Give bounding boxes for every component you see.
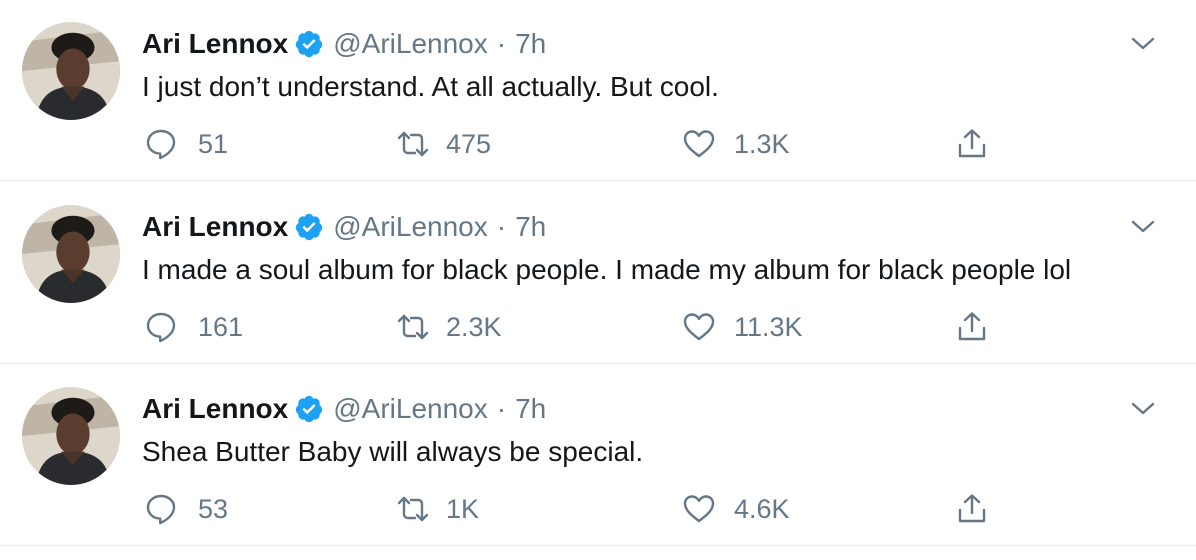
reply-count: 53 bbox=[198, 493, 229, 524]
display-name[interactable]: Ari Lennox bbox=[142, 211, 288, 243]
retweet-icon bbox=[396, 127, 430, 161]
separator-dot: · bbox=[496, 28, 507, 59]
separator-dot: · bbox=[496, 393, 507, 424]
retweet-count: 1K bbox=[446, 493, 480, 524]
like-button[interactable]: 11.3K bbox=[682, 307, 803, 347]
share-upload-icon bbox=[955, 310, 989, 344]
tweet-actions: 53 1K 4.6K bbox=[142, 489, 1042, 529]
reply-button[interactable]: 51 bbox=[144, 124, 228, 164]
chevron-down-icon[interactable] bbox=[1130, 33, 1156, 55]
tweet-timeline: Ari Lennox @AriLennox · 7h I just don’t … bbox=[0, 0, 1196, 560]
heart-icon bbox=[682, 310, 716, 344]
like-count: 1.3K bbox=[734, 128, 790, 159]
reply-bubble-icon bbox=[144, 310, 178, 344]
user-handle[interactable]: @AriLennox bbox=[333, 211, 488, 243]
tweet-header: Ari Lennox @AriLennox · 7h bbox=[142, 210, 546, 244]
user-handle[interactable]: @AriLennox bbox=[333, 28, 488, 60]
display-name[interactable]: Ari Lennox bbox=[142, 28, 288, 60]
share-button[interactable] bbox=[955, 124, 989, 164]
verified-badge-icon bbox=[294, 394, 324, 424]
chevron-down-icon[interactable] bbox=[1130, 216, 1156, 238]
like-button[interactable]: 1.3K bbox=[682, 124, 790, 164]
display-name[interactable]: Ari Lennox bbox=[142, 393, 288, 425]
timestamp[interactable]: 7h bbox=[515, 393, 546, 425]
reply-button[interactable]: 53 bbox=[144, 489, 228, 529]
separator-dot: · bbox=[496, 211, 507, 242]
tweet[interactable]: Ari Lennox @AriLennox · 7h I made a soul… bbox=[0, 183, 1196, 364]
like-count: 4.6K bbox=[734, 493, 790, 524]
tweet-text: Shea Butter Baby will always be special. bbox=[142, 436, 644, 467]
verified-badge-icon bbox=[294, 212, 324, 242]
like-button[interactable]: 4.6K bbox=[682, 489, 790, 529]
avatar[interactable] bbox=[22, 205, 120, 303]
reply-count: 51 bbox=[198, 128, 229, 159]
retweet-button[interactable]: 2.3K bbox=[396, 307, 502, 347]
timestamp[interactable]: 7h bbox=[515, 28, 546, 60]
reply-button[interactable]: 161 bbox=[144, 307, 243, 347]
tweet-header: Ari Lennox @AriLennox · 7h bbox=[142, 392, 546, 426]
retweet-icon bbox=[396, 310, 430, 344]
retweet-icon bbox=[396, 492, 430, 526]
tweet[interactable]: Ari Lennox @AriLennox · 7h I just don’t … bbox=[0, 0, 1196, 181]
share-upload-icon bbox=[955, 127, 989, 161]
heart-icon bbox=[682, 127, 716, 161]
user-handle[interactable]: @AriLennox bbox=[333, 393, 488, 425]
retweet-button[interactable]: 1K bbox=[396, 489, 479, 529]
share-upload-icon bbox=[955, 492, 989, 526]
tweet-header: Ari Lennox @AriLennox · 7h bbox=[142, 27, 546, 61]
tweet-actions: 51 475 1.3K bbox=[142, 124, 1042, 164]
retweet-count: 2.3K bbox=[446, 311, 502, 342]
reply-bubble-icon bbox=[144, 492, 178, 526]
retweet-count: 475 bbox=[446, 128, 492, 159]
chevron-down-icon[interactable] bbox=[1130, 398, 1156, 420]
heart-icon bbox=[682, 492, 716, 526]
reply-bubble-icon bbox=[144, 127, 178, 161]
reply-count: 161 bbox=[198, 311, 244, 342]
verified-badge-icon bbox=[294, 29, 324, 59]
share-button[interactable] bbox=[955, 489, 989, 529]
tweet[interactable]: Ari Lennox @AriLennox · 7h Shea Butter B… bbox=[0, 365, 1196, 546]
like-count: 11.3K bbox=[734, 311, 803, 342]
avatar[interactable] bbox=[22, 387, 120, 485]
avatar[interactable] bbox=[22, 22, 120, 120]
timestamp[interactable]: 7h bbox=[515, 211, 546, 243]
tweet-actions: 161 2.3K 11.3K bbox=[142, 307, 1042, 347]
tweet-text: I just don’t understand. At all actually… bbox=[142, 71, 719, 102]
tweet-text: I made a soul album for black people. I … bbox=[142, 254, 1072, 285]
retweet-button[interactable]: 475 bbox=[396, 124, 491, 164]
share-button[interactable] bbox=[955, 307, 989, 347]
